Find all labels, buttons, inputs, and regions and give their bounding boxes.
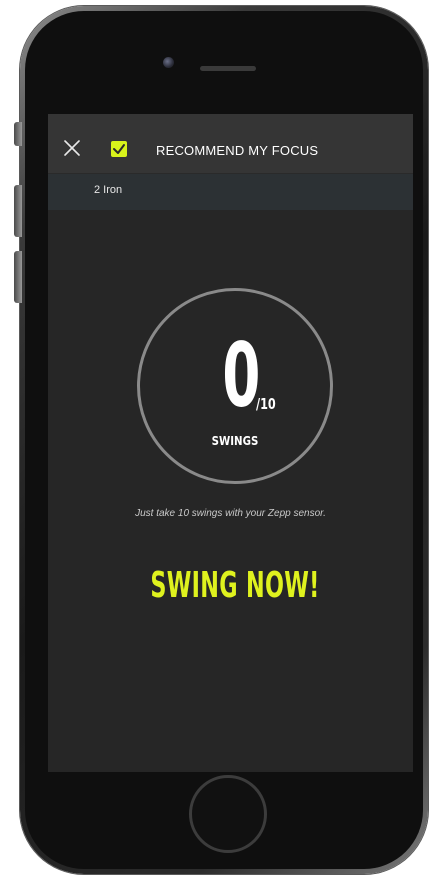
close-icon[interactable]: [62, 138, 82, 158]
app-screen: RECOMMEND MY FOCUS 2 Iron 0 /10 SWINGS J…: [48, 114, 413, 772]
mute-switch: [14, 122, 22, 146]
volume-down-button: [14, 251, 22, 303]
home-button[interactable]: [189, 775, 267, 853]
instruction-text: Just take 10 swings with your Zepp senso…: [135, 508, 326, 519]
swing-now-button[interactable]: SWING NOW!: [142, 562, 328, 610]
swings-label: SWINGS: [211, 434, 259, 448]
swing-target: /10: [256, 395, 276, 413]
checkmark-icon: [113, 144, 125, 154]
checkbox-icon[interactable]: [111, 141, 127, 157]
club-bar: 2 Iron: [48, 174, 413, 210]
swing-count: 0: [222, 324, 261, 427]
page-title: RECOMMEND MY FOCUS: [156, 143, 319, 158]
app-header: RECOMMEND MY FOCUS: [48, 114, 413, 174]
front-camera: [163, 57, 174, 68]
club-label: 2 Iron: [94, 184, 123, 196]
volume-up-button: [14, 185, 22, 237]
earpiece-speaker: [200, 66, 256, 71]
close-icon-glyph: [64, 140, 80, 156]
